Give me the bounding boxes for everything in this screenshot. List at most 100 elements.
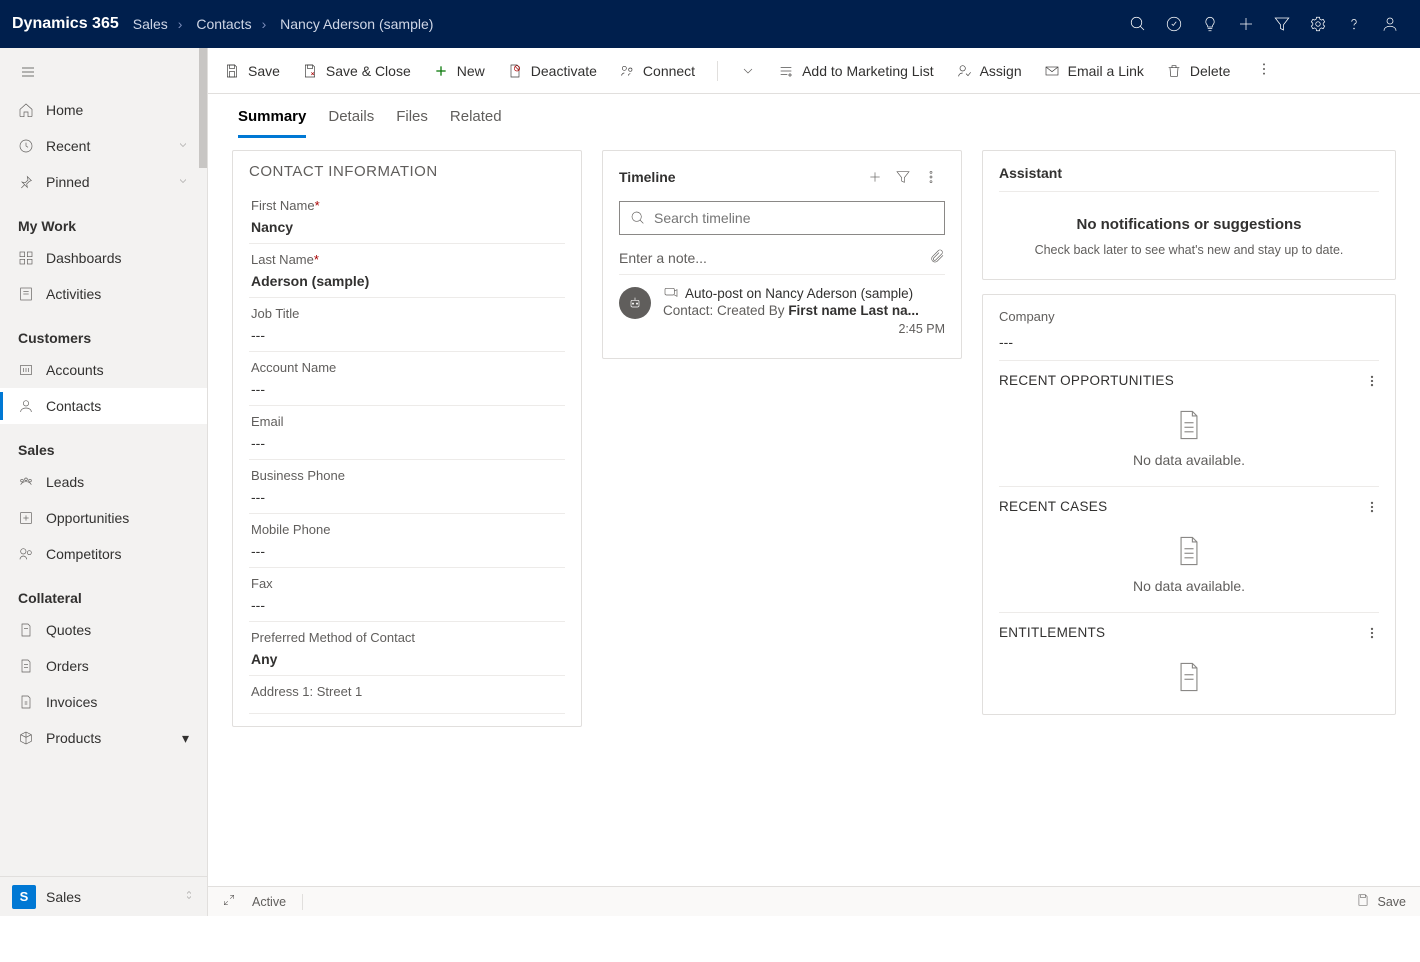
sidebar-item-leads[interactable]: Leads (0, 464, 207, 500)
sidebar-item-accounts[interactable]: Accounts (0, 352, 207, 388)
assign-button[interactable]: Assign (956, 63, 1022, 79)
timeline-note-input[interactable]: Enter a note... (619, 241, 945, 275)
sidebar-app-switcher[interactable]: S Sales (0, 876, 207, 916)
crumb-current: Nancy Aderson (sample) (280, 16, 433, 32)
sidebar-item-label: Accounts (46, 362, 104, 378)
sidebar-item-invoices[interactable]: Invoices (0, 684, 207, 720)
breadcrumb: Sales› Contacts› Nancy Aderson (sample) (133, 16, 434, 32)
sidebar-item-label: Competitors (46, 546, 121, 562)
section-more-icon[interactable] (1365, 500, 1379, 514)
crumb-contacts[interactable]: Contacts (196, 16, 251, 32)
top-nav-bar: Dynamics 365 Sales› Contacts› Nancy Ader… (0, 0, 1420, 48)
sidebar-item-label: Contacts (46, 398, 101, 414)
content-grid: CONTACT INFORMATION First Name*NancyLast… (208, 138, 1420, 962)
timeline-search[interactable] (619, 201, 945, 235)
connect-dropdown[interactable] (740, 63, 756, 79)
sidebar-item-orders[interactable]: Orders (0, 648, 207, 684)
contact-info-panel: CONTACT INFORMATION First Name*NancyLast… (232, 150, 582, 727)
sidebar-item-contacts[interactable]: Contacts (0, 388, 207, 424)
status-active: Active (252, 895, 286, 909)
save-close-button[interactable]: Save & Close (302, 63, 411, 79)
status-save[interactable]: Save (1378, 895, 1407, 909)
task-icon[interactable] (1156, 6, 1192, 42)
field-last-name[interactable]: Last Name*Aderson (sample) (249, 244, 565, 298)
no-data-entitlements (999, 646, 1379, 694)
sidebar-item-pinned[interactable]: Pinned (0, 164, 207, 200)
timeline-more-icon[interactable] (917, 163, 945, 191)
sidebar-item-label: Leads (46, 474, 84, 490)
no-data-cases: No data available. (999, 520, 1379, 612)
timeline-item-time: 2:45 PM (663, 322, 945, 336)
timeline-search-input[interactable] (654, 210, 934, 226)
section-more-icon[interactable] (1365, 626, 1379, 640)
up-down-icon (183, 887, 195, 906)
sidebar-item-quotes[interactable]: Quotes (0, 612, 207, 648)
add-marketing-button[interactable]: Add to Marketing List (778, 63, 934, 79)
timeline-add-icon[interactable] (861, 163, 889, 191)
sidebar-item-opportunities[interactable]: Opportunities (0, 500, 207, 536)
save-status-icon[interactable] (1356, 893, 1370, 910)
gear-icon[interactable] (1300, 6, 1336, 42)
save-button[interactable]: Save (224, 63, 280, 79)
sidebar-item-activities[interactable]: Activities (0, 276, 207, 312)
email-link-button[interactable]: Email a Link (1044, 63, 1144, 79)
sidebar-group-sales: Sales (0, 424, 207, 464)
plus-icon[interactable] (1228, 6, 1264, 42)
tab-details[interactable]: Details (328, 108, 374, 138)
crumb-sales[interactable]: Sales (133, 16, 168, 32)
sidebar-item-label: Recent (46, 138, 90, 154)
field-account-name[interactable]: Account Name--- (249, 352, 565, 406)
sidebar-item-label: Pinned (46, 174, 90, 190)
tab-related[interactable]: Related (450, 108, 502, 138)
field-fax[interactable]: Fax--- (249, 568, 565, 622)
sidebar-item-home[interactable]: Home (0, 92, 207, 128)
caret-down-icon: ▾ (182, 730, 189, 747)
filter-icon[interactable] (1264, 6, 1300, 42)
field-preferred-method-of-contact[interactable]: Preferred Method of ContactAny (249, 622, 565, 676)
connect-button[interactable]: Connect (619, 63, 695, 79)
field-job-title[interactable]: Job Title--- (249, 298, 565, 352)
sidebar-group-mywork: My Work (0, 200, 207, 240)
sidebar-item-products[interactable]: Products ▾ (0, 720, 207, 756)
chevron-down-icon (177, 174, 189, 190)
expand-icon[interactable] (222, 893, 236, 910)
more-commands-icon[interactable] (1252, 57, 1276, 84)
hamburger-icon[interactable] (0, 52, 207, 92)
recent-cases-header: RECENT CASES (999, 499, 1365, 514)
delete-button[interactable]: Delete (1166, 63, 1230, 79)
field-mobile-phone[interactable]: Mobile Phone--- (249, 514, 565, 568)
sidebar-item-label: Home (46, 102, 83, 118)
tab-summary[interactable]: Summary (238, 108, 306, 138)
deactivate-button[interactable]: Deactivate (507, 63, 597, 79)
section-more-icon[interactable] (1365, 374, 1379, 388)
new-button[interactable]: New (433, 63, 485, 79)
timeline-item[interactable]: Auto-post on Nancy Aderson (sample) Cont… (619, 275, 945, 346)
attachment-icon[interactable] (929, 248, 945, 267)
status-bar: Active Save (208, 886, 1420, 916)
timeline-filter-icon[interactable] (889, 163, 917, 191)
user-icon[interactable] (1372, 6, 1408, 42)
search-icon[interactable] (1120, 6, 1156, 42)
field-first-name[interactable]: First Name*Nancy (249, 190, 565, 244)
sidebar-item-dashboards[interactable]: Dashboards (0, 240, 207, 276)
field-address-1-street-1[interactable]: Address 1: Street 1 (249, 676, 565, 714)
command-bar: Save Save & Close New Deactivate Connect… (208, 48, 1420, 94)
tab-files[interactable]: Files (396, 108, 428, 138)
left-sidebar: Home Recent Pinned My Work Dashboards Ac… (0, 48, 208, 916)
field-email[interactable]: Email--- (249, 406, 565, 460)
help-icon[interactable] (1336, 6, 1372, 42)
autopost-avatar-icon (619, 287, 651, 319)
assistant-subtext: Check back later to see what's new and s… (999, 243, 1379, 257)
sidebar-item-label: Invoices (46, 694, 97, 710)
sidebar-group-collateral: Collateral (0, 572, 207, 612)
bulb-icon[interactable] (1192, 6, 1228, 42)
sidebar-item-recent[interactable]: Recent (0, 128, 207, 164)
sidebar-item-label: Opportunities (46, 510, 129, 526)
sidebar-item-competitors[interactable]: Competitors (0, 536, 207, 572)
sidebar-item-label: Activities (46, 286, 101, 302)
right-column: Assistant No notifications or suggestion… (982, 150, 1396, 715)
assistant-panel: Assistant No notifications or suggestion… (982, 150, 1396, 280)
field-business-phone[interactable]: Business Phone--- (249, 460, 565, 514)
contact-info-header: CONTACT INFORMATION (249, 163, 565, 180)
company-field[interactable]: Company --- (999, 309, 1379, 360)
